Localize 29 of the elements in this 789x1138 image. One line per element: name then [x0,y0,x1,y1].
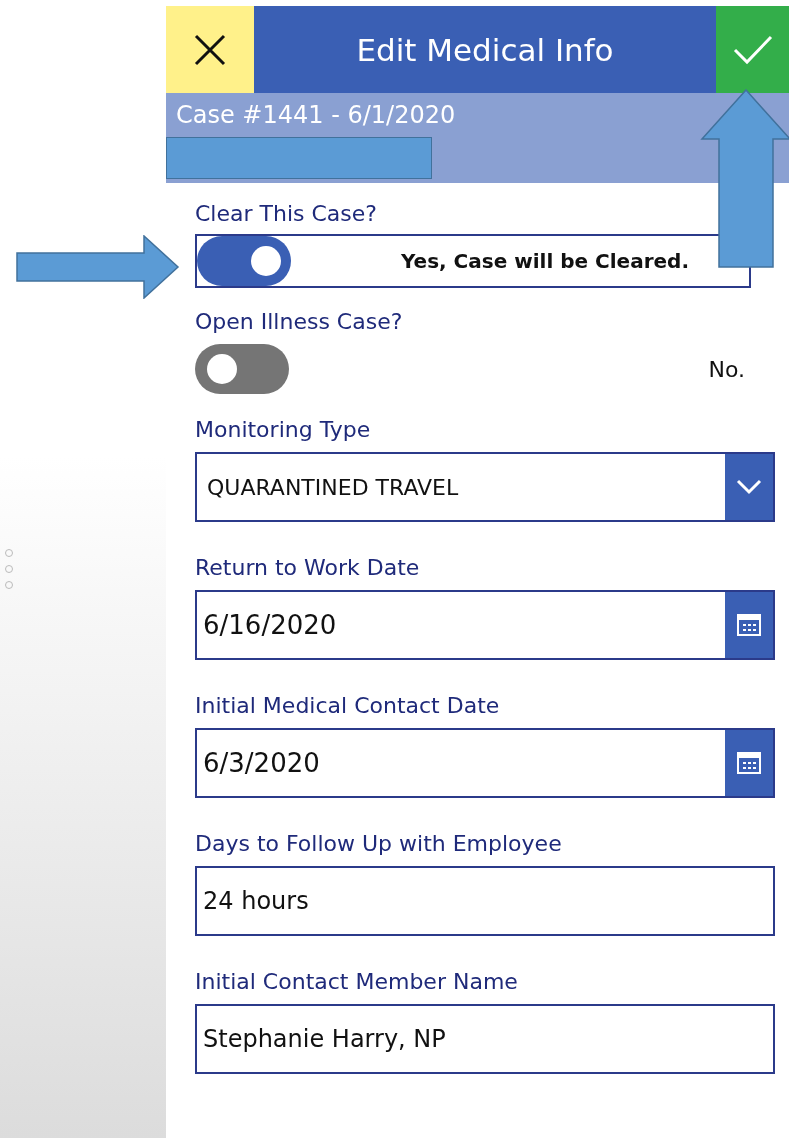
field-label: Days to Follow Up with Employee [195,831,563,856]
screen-title: Edit Medical Info [356,31,614,68]
calendar-button[interactable] [725,730,773,796]
field-label: Return to Work Date [195,555,421,580]
calendar-icon [737,752,761,774]
drag-handle-icon [4,549,14,589]
field-label: Initial Medical Contact Date [195,693,501,718]
arrow-icon [16,235,180,299]
date-picker[interactable]: 6/16/2020 [195,590,775,660]
cancel-button[interactable] [166,6,254,93]
checkmark-icon [732,33,773,66]
field-label: Clear This Case? [195,201,378,226]
field-label: Open Illness Case? [195,309,404,334]
calendar-button[interactable] [725,592,773,658]
dropdown[interactable]: QUARANTINED TRAVEL [195,452,775,522]
toggle-status: No. [708,356,745,382]
toggle-switch[interactable] [197,236,291,286]
chevron-down-icon [736,479,762,495]
arrow-icon [700,89,789,269]
input-field[interactable]: 24 hours [195,866,775,936]
field-label: Monitoring Type [195,417,372,442]
field-label: Initial Contact Member Name [195,969,519,994]
input-field[interactable]: Stephanie Harry, NP [195,1004,775,1074]
calendar-icon [737,614,761,636]
date-picker[interactable]: 6/3/2020 [195,728,775,798]
toggle-status: Yes, Case will be Cleared. [400,249,689,273]
chevron-button[interactable] [725,454,773,520]
case-title: Case #1441 - 6/1/2020 [176,101,457,129]
toggle-switch[interactable] [195,344,289,394]
